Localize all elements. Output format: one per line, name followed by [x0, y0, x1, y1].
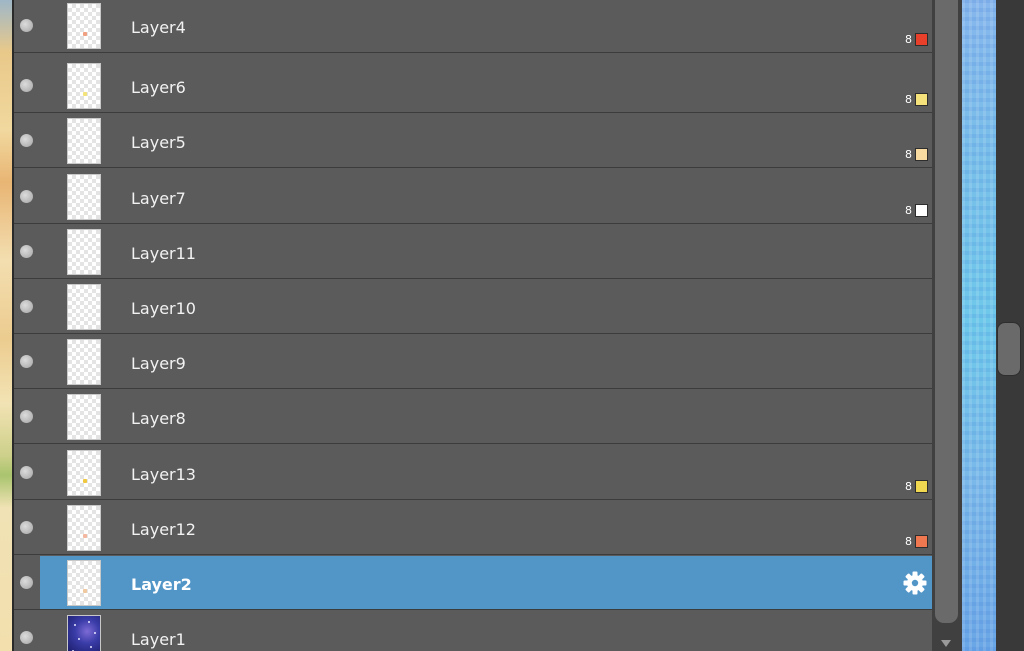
visibility-toggle-icon[interactable]	[20, 300, 33, 313]
layer-name: Layer6	[131, 78, 186, 97]
layer-color-tag: 8	[905, 148, 928, 161]
layer-color-swatch	[915, 33, 928, 46]
thumbnail-content-mark	[83, 32, 87, 36]
layer-thumbnail	[67, 63, 101, 109]
layer-color-swatch	[915, 148, 928, 161]
thumbnail-content-mark	[83, 479, 87, 483]
layer-name: Layer7	[131, 189, 186, 208]
layers-scrollbar[interactable]	[932, 0, 962, 651]
layer-tag-number: 8	[905, 204, 912, 217]
layer-name: Layer9	[131, 354, 186, 373]
layer-row[interactable]: Layer7 8	[14, 170, 932, 224]
layer-tag-number: 8	[905, 480, 912, 493]
layer-color-tag: 8	[905, 93, 928, 106]
layer-name: Layer4	[131, 18, 186, 37]
layer-row[interactable]: Layer8	[14, 390, 932, 444]
layer-name: Layer2	[131, 575, 192, 594]
layer-row[interactable]: Layer13 8	[14, 446, 932, 500]
layer-name: Layer13	[131, 465, 196, 484]
thumbnail-star	[90, 646, 92, 648]
layer-row[interactable]: Layer6 8	[14, 59, 932, 113]
layer-tag-number: 8	[905, 93, 912, 106]
canvas-scrollbar[interactable]	[996, 0, 1024, 651]
layer-thumbnail	[67, 615, 101, 651]
layer-color-swatch	[915, 480, 928, 493]
layer-thumbnail	[67, 394, 101, 440]
layer-color-tag: 8	[905, 480, 928, 493]
layer-tag-number: 8	[905, 535, 912, 548]
layer-name: Layer12	[131, 520, 196, 539]
thumbnail-star	[78, 638, 80, 640]
layer-name: Layer1	[131, 630, 186, 649]
layer-row[interactable]: Layer9	[14, 335, 932, 389]
layer-color-tag: 8	[905, 535, 928, 548]
thumbnail-content-mark	[83, 534, 87, 538]
layer-row[interactable]: Layer2	[14, 556, 932, 610]
layer-thumbnail	[67, 505, 101, 551]
layer-thumbnail	[67, 3, 101, 49]
layer-row[interactable]: Layer1	[14, 611, 932, 651]
layer-row[interactable]: Layer5 8	[14, 114, 932, 168]
layer-tag-number: 8	[905, 33, 912, 46]
layer-name: Layer8	[131, 409, 186, 428]
layer-color-tag: 8	[905, 33, 928, 46]
visibility-toggle-icon[interactable]	[20, 19, 33, 32]
layer-name: Layer11	[131, 244, 196, 263]
layer-name: Layer5	[131, 133, 186, 152]
visibility-toggle-icon[interactable]	[20, 466, 33, 479]
thumbnail-star	[74, 624, 76, 626]
layers-scrollbar-thumb[interactable]	[935, 0, 958, 623]
canvas-right-edge	[962, 0, 996, 651]
visibility-toggle-icon[interactable]	[20, 134, 33, 147]
visibility-toggle-icon[interactable]	[20, 410, 33, 423]
canvas-left-edge	[0, 0, 12, 651]
layer-color-swatch	[915, 204, 928, 217]
layer-tag-number: 8	[905, 148, 912, 161]
layer-row[interactable]: Layer11	[14, 225, 932, 279]
layer-row[interactable]: Layer10	[14, 280, 932, 334]
thumbnail-star	[94, 632, 96, 634]
visibility-toggle-icon[interactable]	[20, 631, 33, 644]
layer-row[interactable]: Layer4 8	[14, 0, 932, 53]
layer-thumbnail	[67, 174, 101, 220]
layer-thumbnail	[67, 284, 101, 330]
visibility-toggle-icon[interactable]	[20, 576, 33, 589]
gear-icon[interactable]	[902, 570, 928, 596]
layer-row[interactable]: Layer12 8	[14, 501, 932, 555]
thumbnail-content-mark	[83, 589, 87, 593]
layer-thumbnail	[67, 118, 101, 164]
thumbnail-star	[88, 621, 90, 623]
visibility-toggle-icon[interactable]	[20, 79, 33, 92]
layer-color-swatch	[915, 93, 928, 106]
layer-color-tag: 8	[905, 204, 928, 217]
canvas-scrollbar-thumb[interactable]	[997, 322, 1021, 376]
visibility-toggle-icon[interactable]	[20, 190, 33, 203]
visibility-toggle-icon[interactable]	[20, 521, 33, 534]
layer-thumbnail	[67, 229, 101, 275]
layer-thumbnail	[67, 339, 101, 385]
layer-name: Layer10	[131, 299, 196, 318]
visibility-toggle-icon[interactable]	[20, 355, 33, 368]
scroll-down-arrow-icon[interactable]	[941, 640, 951, 647]
visibility-toggle-icon[interactable]	[20, 245, 33, 258]
layer-thumbnail	[67, 450, 101, 496]
thumbnail-content-mark	[83, 92, 87, 96]
layer-color-swatch	[915, 535, 928, 548]
layers-panel: Layer4 8 Layer6 8 Layer5 8 Layer7 8 Layer11 …	[14, 0, 932, 651]
layer-thumbnail	[67, 560, 101, 606]
